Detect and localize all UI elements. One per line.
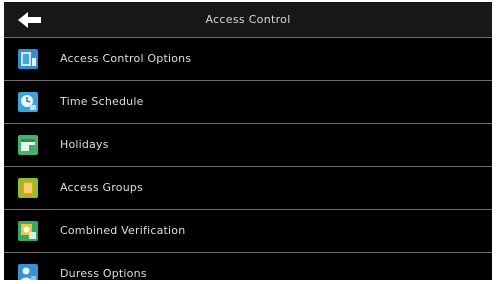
- menu-item-access-groups[interactable]: Access Groups: [4, 167, 492, 210]
- device-screen: Access Control Access Control Options Ti…: [4, 2, 492, 280]
- menu-item-label: Combined Verification: [60, 224, 186, 237]
- header-bar: Access Control: [4, 2, 492, 38]
- menu-item-label: Access Control Options: [60, 52, 192, 65]
- menu-item-holidays[interactable]: Holidays: [4, 124, 492, 167]
- combined-verification-icon: [18, 221, 38, 241]
- access-groups-icon: [18, 178, 38, 198]
- back-button[interactable]: [10, 4, 50, 35]
- duress-options-icon: [18, 264, 38, 280]
- menu-item-access-control-options[interactable]: Access Control Options: [4, 38, 492, 81]
- access-control-options-icon: [18, 49, 38, 69]
- menu-item-label: Access Groups: [60, 181, 143, 194]
- page-title: Access Control: [205, 13, 291, 26]
- settings-menu: Access Control Options Time Schedule Hol…: [4, 38, 492, 280]
- menu-item-time-schedule[interactable]: Time Schedule: [4, 81, 492, 124]
- menu-item-label: Duress Options: [60, 267, 147, 280]
- menu-item-label: Time Schedule: [60, 95, 144, 108]
- menu-item-label: Holidays: [60, 138, 109, 151]
- menu-item-duress-options[interactable]: Duress Options: [4, 253, 492, 280]
- menu-item-combined-verification[interactable]: Combined Verification: [4, 210, 492, 253]
- holidays-icon: [18, 135, 38, 155]
- back-arrow-icon: [17, 11, 43, 29]
- time-schedule-icon: [18, 92, 38, 112]
